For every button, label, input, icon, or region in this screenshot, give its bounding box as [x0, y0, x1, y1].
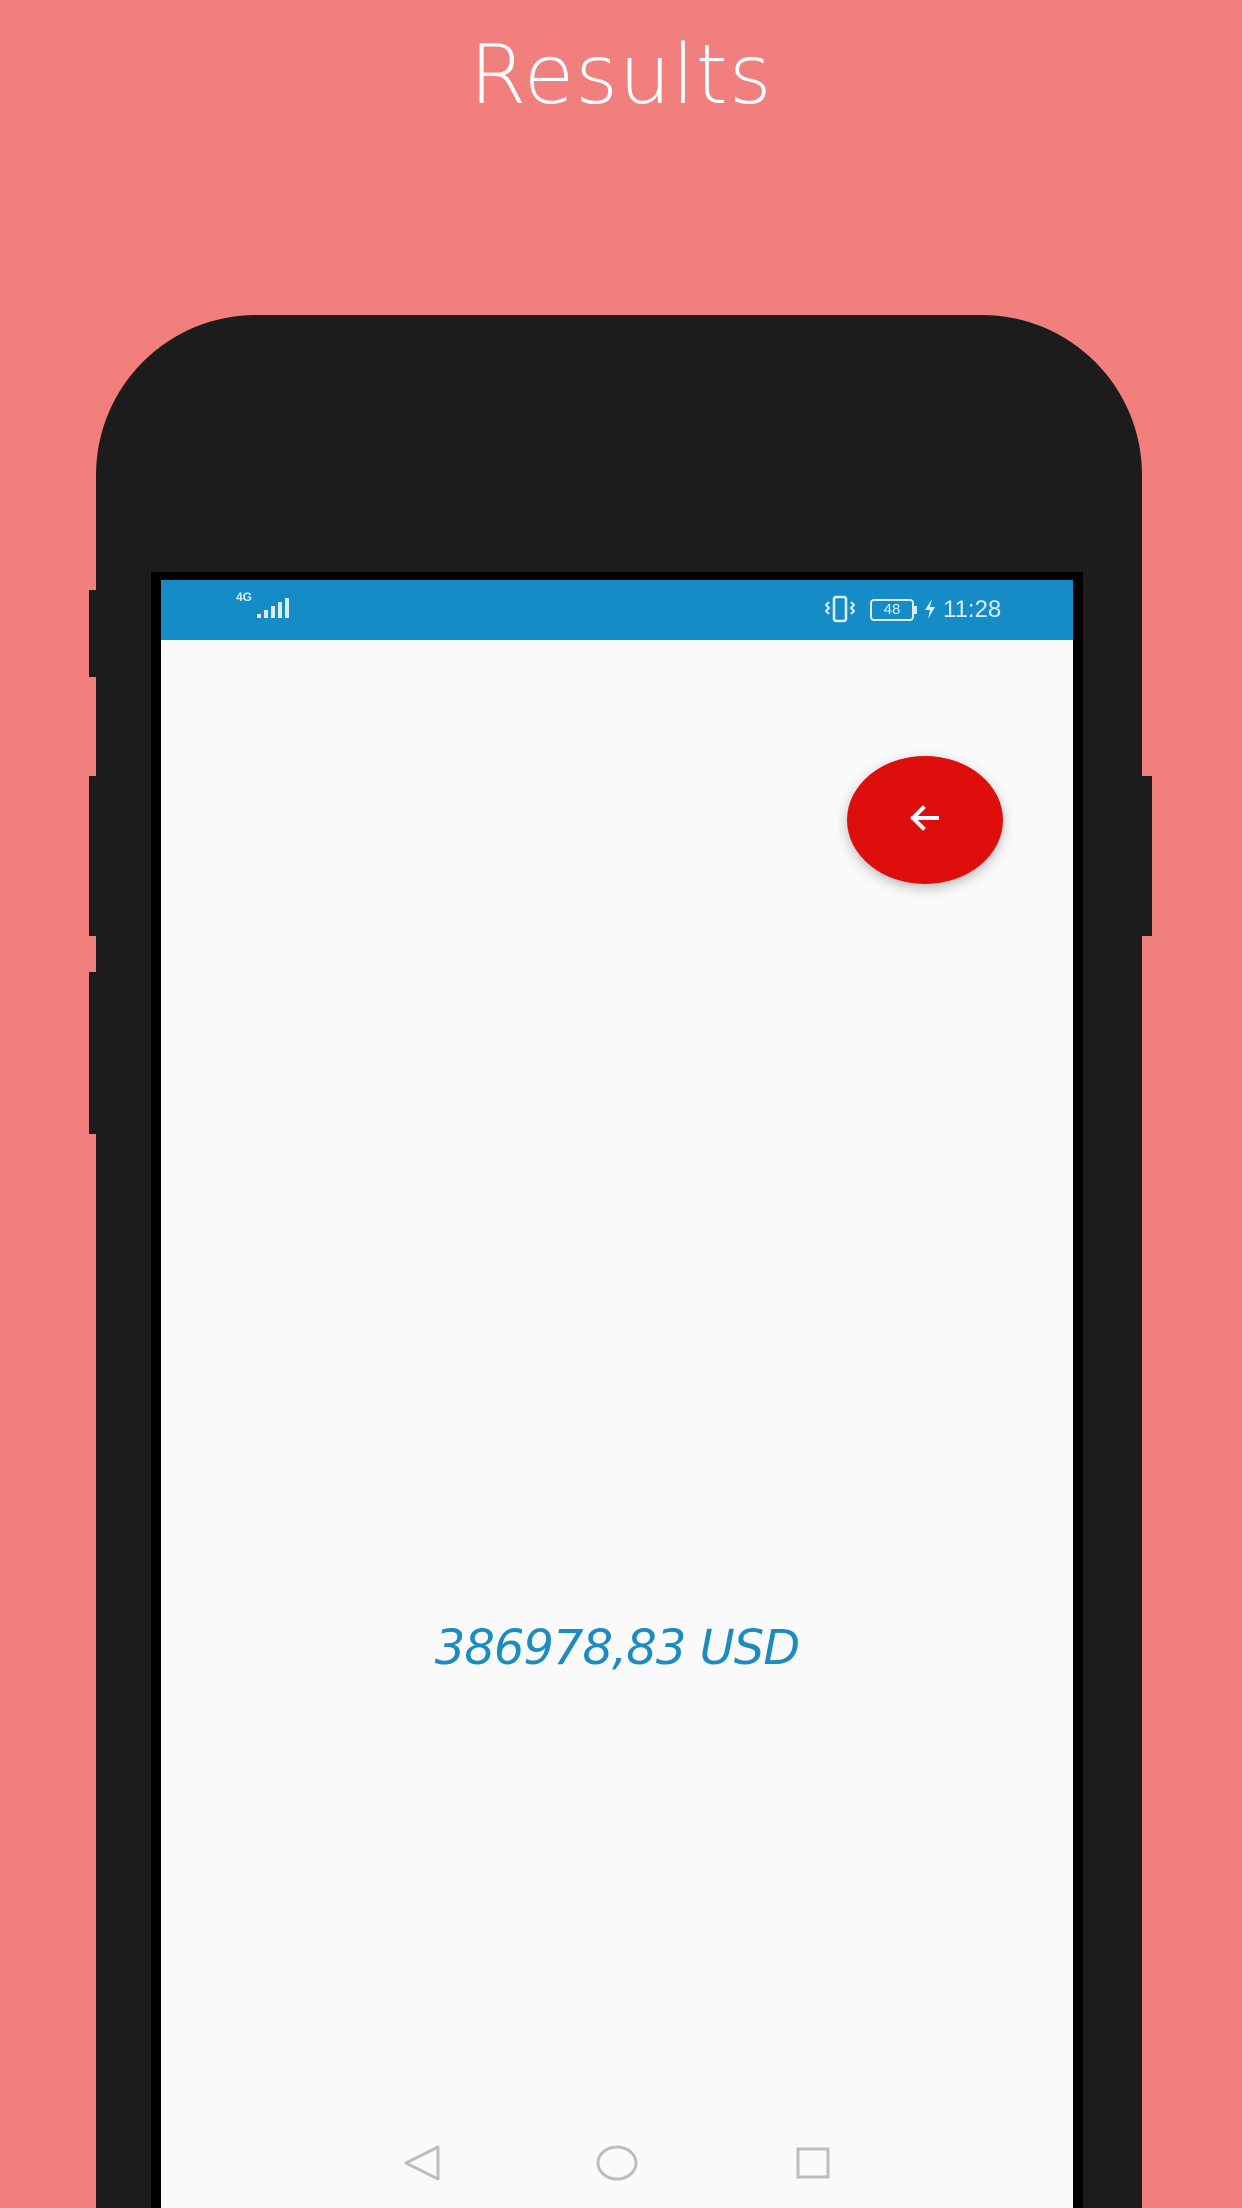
- battery-level: 48: [883, 601, 901, 618]
- signal-icon: [257, 598, 289, 618]
- nav-back-icon[interactable]: [399, 2142, 445, 2184]
- nav-home-icon[interactable]: [595, 2144, 639, 2182]
- app-screen: 4G 48 11:28 386978,83 USD: [161, 580, 1073, 2208]
- phone-screen: 4G 48 11:28 386978,83 USD: [151, 572, 1083, 2208]
- network-type-label: 4G: [236, 590, 253, 604]
- back-button[interactable]: [847, 756, 1003, 884]
- status-bar: 4G 48 11:28: [161, 580, 1073, 640]
- promo-stage: Results 4G 48 11:28 386978,83 USD: [0, 0, 1242, 2208]
- result-value: 386978,83 USD: [434, 1620, 800, 1676]
- arrow-left-icon: [910, 805, 939, 831]
- status-time: 11:28: [943, 596, 1002, 623]
- vibrate-icon: [824, 595, 856, 623]
- phone-side-button: [1142, 776, 1152, 936]
- promo-title: Results: [469, 28, 773, 123]
- charging-bolt-icon: [925, 599, 935, 619]
- system-navigation-bar: [161, 2118, 1073, 2208]
- nav-recent-apps-icon[interactable]: [793, 2144, 833, 2182]
